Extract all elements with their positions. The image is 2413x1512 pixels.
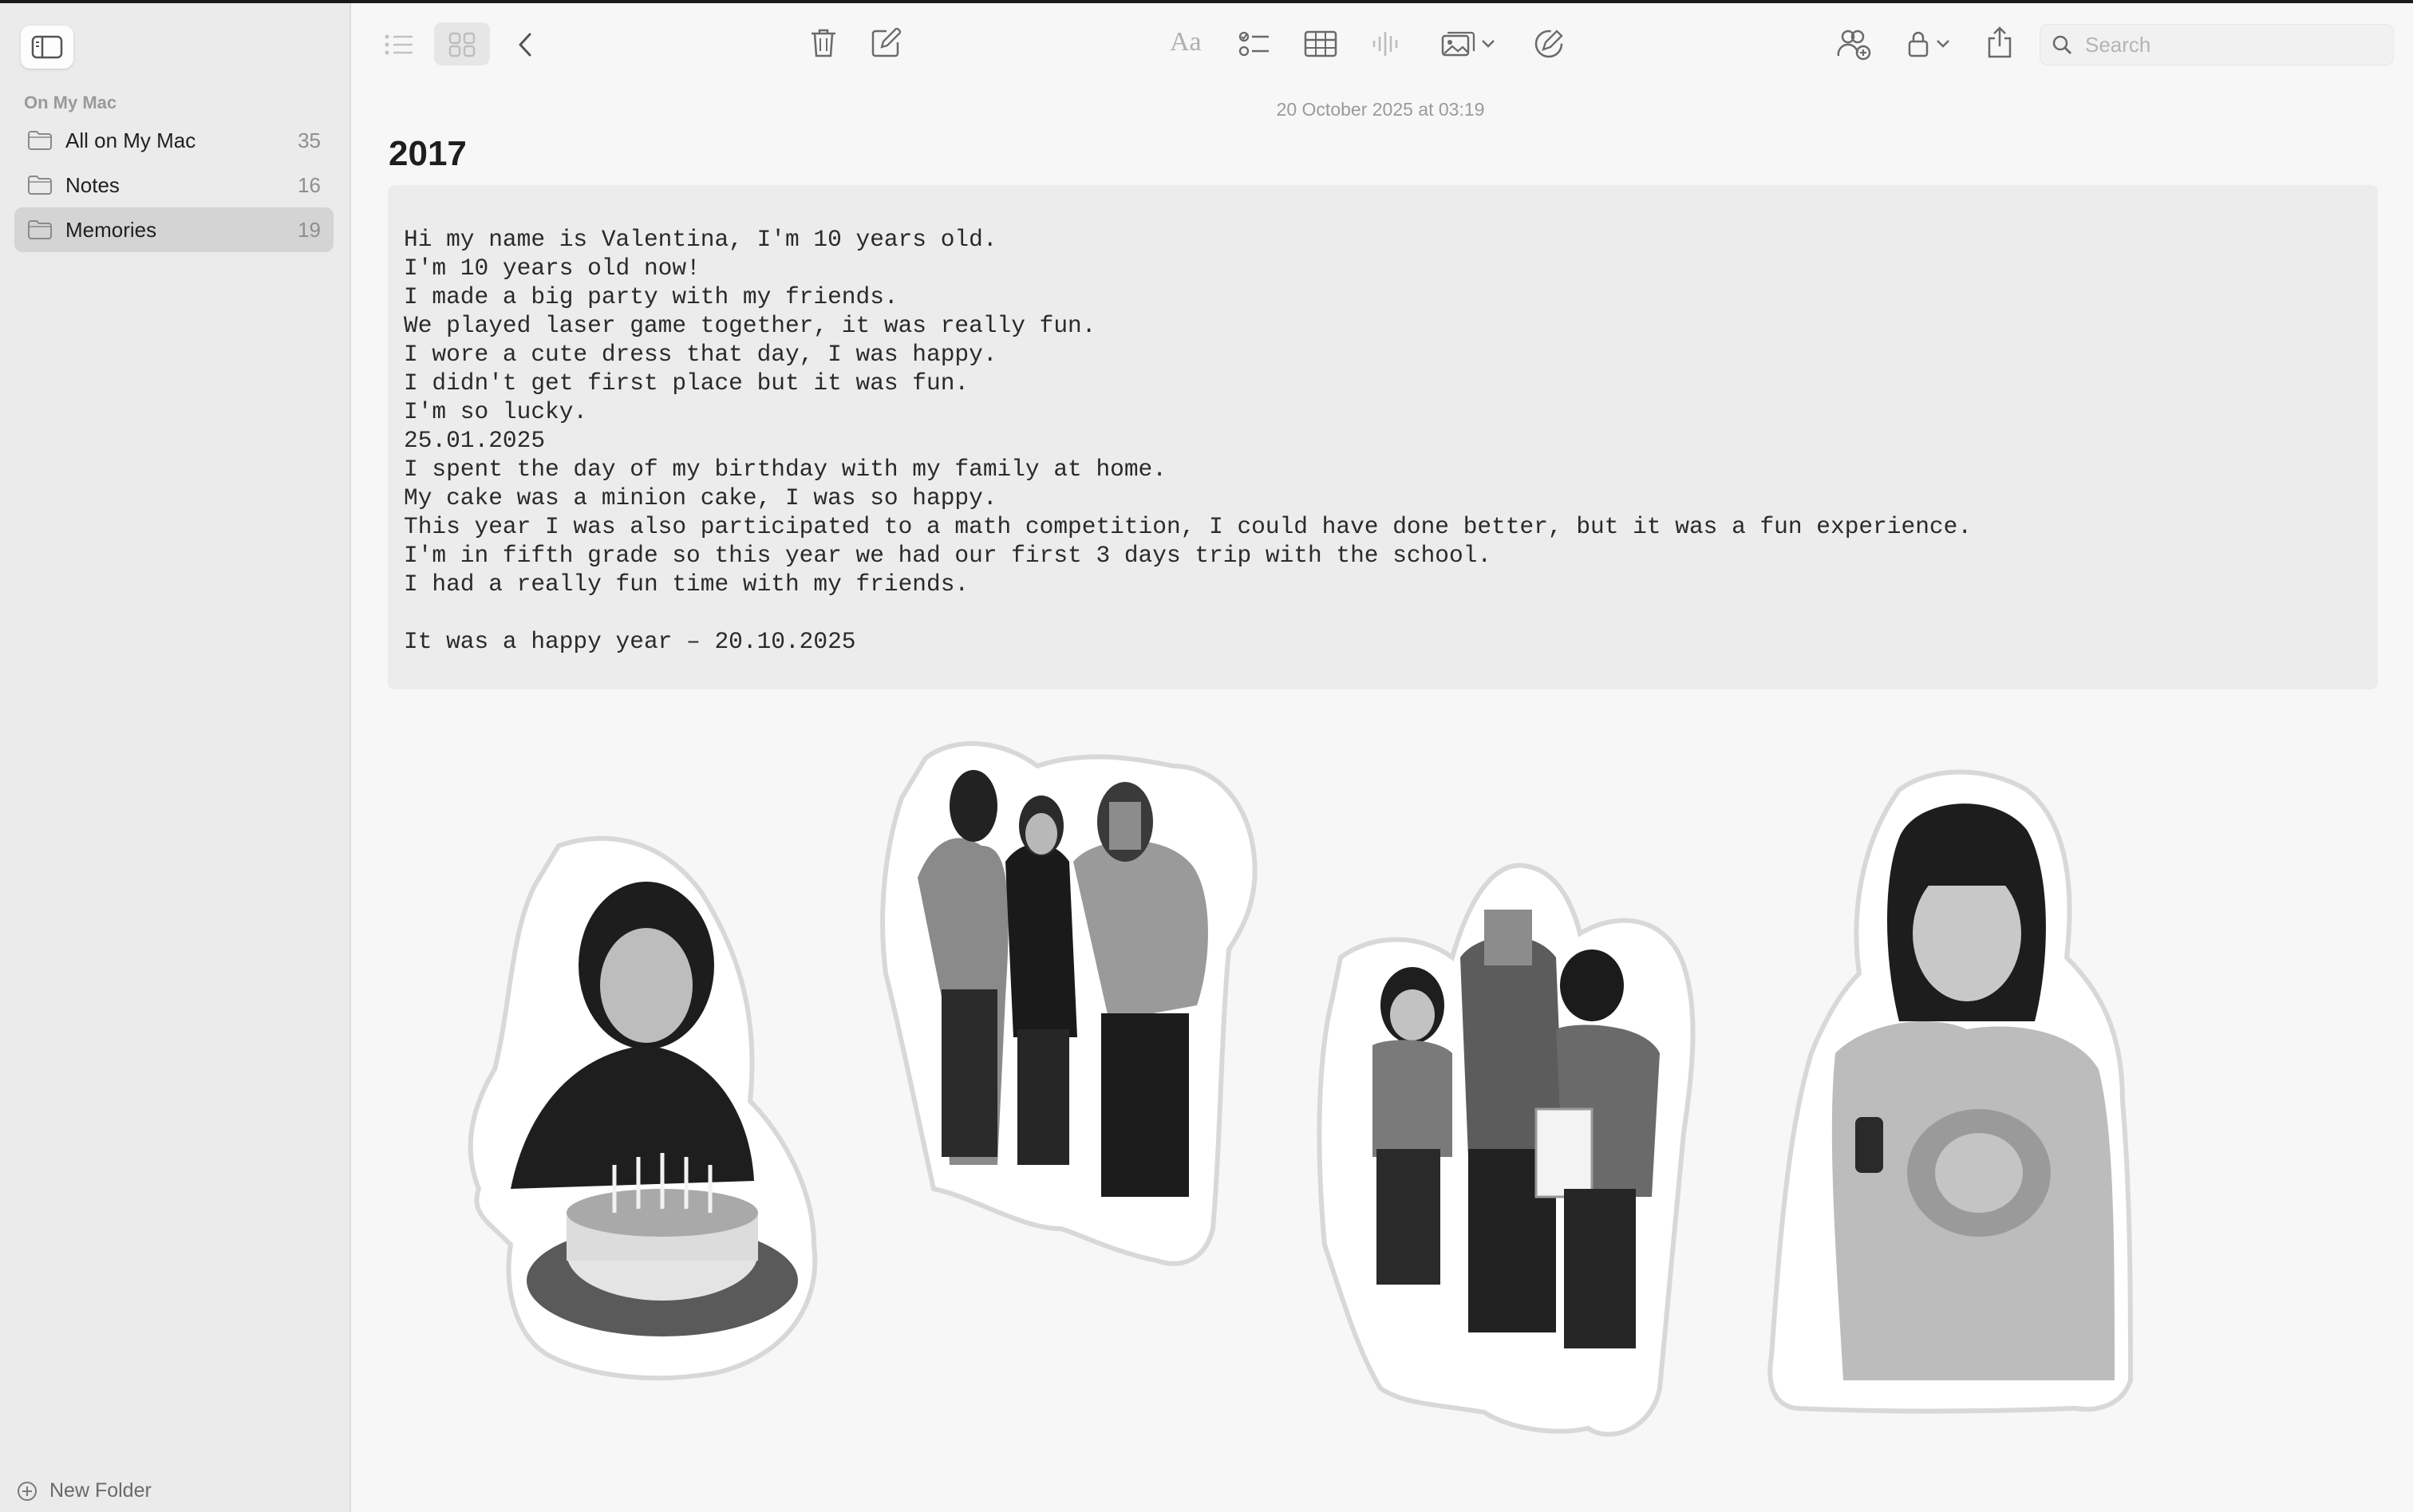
note-line: I spent the day of my birthday with my f… xyxy=(404,456,1167,483)
share-button[interactable] xyxy=(1984,24,2016,61)
lock-icon xyxy=(1908,31,1929,57)
search-input[interactable] xyxy=(2083,31,2390,58)
pen-sparkle-icon xyxy=(1534,30,1563,58)
photo-sticker-certificate[interactable] xyxy=(1317,863,1696,1437)
sidebar-section-label: On My Mac xyxy=(24,93,117,113)
note-line: I had a really fun time with my friends. xyxy=(404,570,970,598)
trash-icon xyxy=(812,29,835,57)
note-line: I'm in fifth grade so this year we had o… xyxy=(404,542,1492,569)
folder-count: 35 xyxy=(298,128,321,152)
list-view-button[interactable] xyxy=(381,29,417,61)
folder-icon xyxy=(27,129,54,152)
folder-name: All on My Mac xyxy=(65,128,196,152)
note-line: It was a happy year – 20.10.2025 xyxy=(404,628,856,655)
share-icon xyxy=(1988,26,2012,58)
sidebar: On My Mac All on My Mac 35 Notes 16 Memo… xyxy=(0,3,351,1512)
photo-sticker-birthday-cake[interactable] xyxy=(468,835,818,1381)
note-line: I wore a cute dress that day, I was happ… xyxy=(404,341,997,368)
new-folder-label: New Folder xyxy=(49,1479,152,1502)
note-line: 25.01.2025 xyxy=(404,427,546,454)
delete-button[interactable] xyxy=(806,26,841,61)
gallery-view-icon xyxy=(447,30,477,59)
note-line: We played laser game together, it was re… xyxy=(404,312,1096,339)
photo-sticker-friends-group[interactable] xyxy=(880,740,1258,1266)
new-folder-button[interactable]: New Folder xyxy=(16,1479,152,1502)
search-field[interactable] xyxy=(2040,24,2394,65)
checklist-button[interactable] xyxy=(1237,27,1272,61)
plus-circle-icon xyxy=(18,1481,37,1501)
sidebar-toggle-button[interactable] xyxy=(21,26,73,69)
sidebar-toggle-icon xyxy=(31,35,63,59)
note-line: My cake was a minion cake, I was so happ… xyxy=(404,484,997,511)
sidebar-item-notes[interactable]: Notes 16 xyxy=(14,163,334,207)
waveform-icon xyxy=(1372,32,1398,56)
folder-count: 16 xyxy=(298,172,321,197)
sidebar-item-memories[interactable]: Memories 19 xyxy=(14,207,334,252)
note-line: I made a big party with my friends. xyxy=(404,283,898,310)
folder-name: Notes xyxy=(65,172,120,197)
search-icon xyxy=(2052,35,2071,54)
chevron-left-icon xyxy=(519,33,531,57)
folder-icon xyxy=(27,174,54,196)
media-button[interactable] xyxy=(1436,27,1500,61)
folder-icon xyxy=(27,219,54,241)
photo-sticker-portrait[interactable] xyxy=(1767,769,2134,1414)
audio-button[interactable] xyxy=(1369,27,1403,61)
note-line: Hi my name is Valentina, I'm 10 years ol… xyxy=(404,226,997,253)
chevron-down-icon xyxy=(1482,40,1495,48)
collaborate-icon xyxy=(1837,30,1871,61)
writing-tools-button[interactable] xyxy=(1530,26,1567,62)
format-button[interactable]: Aa xyxy=(1170,27,1202,57)
note-title[interactable]: 2017 xyxy=(389,134,467,174)
lock-button[interactable] xyxy=(1902,27,1955,61)
table-icon xyxy=(1304,30,1337,57)
checklist-icon xyxy=(1238,31,1269,57)
table-button[interactable] xyxy=(1302,27,1339,61)
collaborate-button[interactable] xyxy=(1835,26,1874,62)
photo-gallery-icon xyxy=(1441,31,1475,57)
compose-icon xyxy=(871,28,901,57)
list-view-icon xyxy=(385,34,413,55)
compose-button[interactable] xyxy=(868,26,903,61)
folder-count: 19 xyxy=(298,217,321,242)
note-line: I'm so lucky. xyxy=(404,398,588,425)
note-timestamp: 20 October 2025 at 03:19 xyxy=(1276,99,1485,120)
chevron-down-icon xyxy=(1937,40,1949,48)
note-line: This year I was also participated to a m… xyxy=(404,513,1973,540)
note-code-block[interactable]: Hi my name is Valentina, I'm 10 years ol… xyxy=(388,185,2378,689)
sidebar-item-all-on-my-mac[interactable]: All on My Mac 35 xyxy=(14,118,334,163)
note-line: I'm 10 years old now! xyxy=(404,255,701,282)
folder-name: Memories xyxy=(65,217,157,242)
window-top-edge xyxy=(0,0,2413,3)
note-line xyxy=(404,598,2362,627)
note-line: I didn't get first place but it was fun. xyxy=(404,369,970,397)
back-button[interactable] xyxy=(511,29,539,61)
